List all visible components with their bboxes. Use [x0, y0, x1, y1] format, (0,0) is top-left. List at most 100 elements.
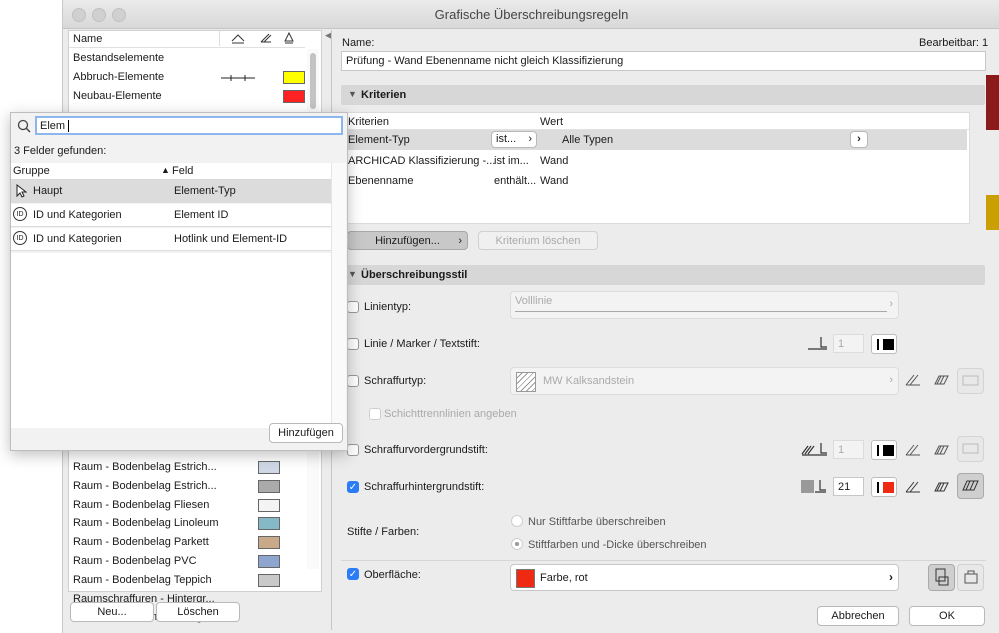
list-item[interactable]: Raum - Bodenbelag Parkett: [69, 533, 305, 552]
criteria-row[interactable]: Ebenenname enthält... Wand: [343, 171, 967, 191]
fg-pen-number[interactable]: 1: [833, 440, 864, 459]
name-label: Name:: [342, 37, 375, 49]
fill-cut-icon[interactable]: [904, 373, 922, 390]
surface-column-icon: [283, 31, 295, 47]
result-row[interactable]: Haupt Element-Typ: [11, 180, 331, 203]
pen-color-swatch: [883, 339, 894, 350]
separator-checkbox[interactable]: [369, 408, 381, 420]
pen-color-swatch: [883, 482, 894, 493]
delete-rule-button[interactable]: Löschen: [156, 602, 240, 622]
result-row[interactable]: ID ID und Kategorien Element ID: [11, 204, 331, 227]
result-row[interactable]: ID ID und Kategorien Hotlink und Element-I…: [11, 228, 331, 251]
value-chevron-button[interactable]: ›: [850, 131, 868, 148]
bg-pen-checkbox[interactable]: ✓: [347, 481, 359, 493]
line-pen-value: 1: [838, 338, 845, 350]
fill-cover-icon[interactable]: [931, 373, 949, 390]
list-item[interactable]: Raum - Bodenbelag Fliesen: [69, 496, 305, 515]
criterion-name: ARCHICAD Klassifizierung -...: [348, 154, 496, 167]
dashed-line-icon: [221, 73, 255, 85]
cancel-button[interactable]: Abbrechen: [817, 606, 899, 626]
fill-cut-icon[interactable]: [904, 480, 922, 497]
new-rule-button[interactable]: Neu...: [70, 602, 154, 622]
fill-drafting-icon[interactable]: [957, 436, 984, 462]
pen-weight-bar: [877, 445, 879, 456]
editable-count: Bearbeitbar: 1: [919, 37, 989, 49]
column-header-field[interactable]: Feld: [172, 165, 193, 177]
chevron-right-icon: ›: [458, 235, 462, 247]
criterion-operator[interactable]: ist im...: [494, 155, 529, 167]
fill-cut-icon[interactable]: [904, 443, 922, 460]
line-pen-color-picker[interactable]: [871, 334, 897, 354]
add-criterion-button[interactable]: Hinzufügen... ›: [347, 231, 468, 250]
operator-value: ist...: [496, 133, 517, 145]
list-item[interactable]: Neubau-Elemente: [69, 87, 305, 106]
surface-value: Farbe, rot: [540, 572, 588, 584]
fill-cover-icon[interactable]: [931, 480, 949, 497]
linetype-select[interactable]: Volllinie ›: [510, 291, 899, 319]
background-window-edge: [986, 75, 999, 130]
surface-override-icon[interactable]: [957, 564, 984, 591]
search-input[interactable]: Elem: [35, 116, 343, 135]
list-item[interactable]: Raum - Bodenbelag Linoleum: [69, 514, 305, 533]
fill-drafting-icon[interactable]: [957, 473, 984, 499]
results-scrollbar[interactable]: [331, 163, 346, 428]
delete-criterion-button[interactable]: Kriterium löschen: [478, 231, 598, 250]
search-value: Elem: [40, 120, 66, 132]
add-field-button[interactable]: Hinzufügen: [269, 423, 343, 443]
criterion-value[interactable]: Wand: [540, 175, 568, 187]
result-field: Element ID: [174, 209, 229, 221]
criterion-operator[interactable]: enthält...: [494, 175, 536, 187]
surface-checkbox[interactable]: ✓: [347, 568, 359, 580]
fill-drafting-icon[interactable]: [957, 368, 984, 394]
list-item[interactable]: Abbruch-Elemente: [69, 68, 305, 87]
column-header-name[interactable]: Name: [73, 33, 102, 45]
add-criterion-label: Hinzufügen...: [375, 235, 440, 247]
bg-pen-number[interactable]: 21: [833, 477, 864, 496]
bg-pen-color-picker[interactable]: [871, 477, 897, 497]
linetype-value: Volllinie: [515, 295, 553, 307]
rules-list-header: Name: [69, 31, 305, 48]
column-header-group[interactable]: Gruppe: [13, 165, 50, 177]
list-item-label: Abbruch-Elemente: [73, 71, 165, 83]
fg-pen-checkbox[interactable]: [347, 444, 359, 456]
line-pen-checkbox[interactable]: [347, 338, 359, 350]
pen-weight-bar: [877, 339, 879, 350]
disclosure-triangle-icon: ▼: [348, 269, 357, 279]
fill-type-value: MW Kalksandstein: [543, 375, 635, 387]
fill-type-select[interactable]: MW Kalksandstein ›: [510, 367, 899, 395]
radio-pen-color-only[interactable]: [511, 515, 523, 527]
criterion-name: Element-Typ: [348, 134, 410, 146]
line-preview: [515, 311, 887, 312]
list-item[interactable]: Raum - Bodenbelag Teppich: [69, 571, 305, 590]
list-item[interactable]: Raum - Bodenbelag PVC: [69, 552, 305, 571]
ok-button[interactable]: OK: [909, 606, 985, 626]
fill-cover-icon[interactable]: [931, 443, 949, 460]
override-section-header[interactable]: ▼ Überschreibungsstil: [341, 265, 985, 285]
list-item[interactable]: Bestandselemente: [69, 49, 305, 68]
title-bar: Grafische Überschreibungsregeln: [63, 0, 999, 29]
linetype-checkbox[interactable]: [347, 301, 359, 313]
rule-name-input[interactable]: Prüfung - Wand Ebenenname nicht gleich K…: [341, 51, 986, 71]
line-pen-number[interactable]: 1: [833, 334, 864, 353]
criteria-section-header[interactable]: ▼ Kriterien: [341, 85, 985, 105]
rule-name-value: Prüfung - Wand Ebenenname nicht gleich K…: [346, 55, 624, 67]
list-item-label: Raum - Bodenbelag Linoleum: [73, 517, 219, 530]
criteria-column-header[interactable]: Kriterien: [348, 116, 389, 128]
criterion-value[interactable]: Alle Typen: [562, 134, 613, 146]
surface-select[interactable]: Farbe, rot ›: [510, 564, 899, 591]
criteria-row[interactable]: Element-Typ Alle Typen: [343, 130, 967, 150]
fg-pen-icon: [801, 441, 829, 460]
bg-pen-value: 21: [838, 481, 851, 493]
radio-pen-color-weight[interactable]: [511, 538, 523, 550]
list-item[interactable]: Raum - Bodenbelag Estrich...: [69, 477, 305, 496]
fill-type-checkbox[interactable]: [347, 375, 359, 387]
fg-pen-color-picker[interactable]: [871, 440, 897, 460]
list-item[interactable]: Raum - Bodenbelag Estrich...: [69, 458, 305, 477]
operator-popup[interactable]: ist... ›: [491, 131, 537, 148]
scrollbar-thumb[interactable]: [310, 53, 316, 109]
criteria-row[interactable]: ARCHICAD Klassifizierung -... ist im... Wa…: [343, 151, 967, 171]
value-column-header[interactable]: Wert: [540, 116, 563, 128]
surface-mode-icon[interactable]: [928, 564, 955, 591]
criterion-value[interactable]: Wand: [540, 155, 568, 167]
list-item-label: Raum - Bodenbelag Estrich...: [73, 479, 217, 492]
